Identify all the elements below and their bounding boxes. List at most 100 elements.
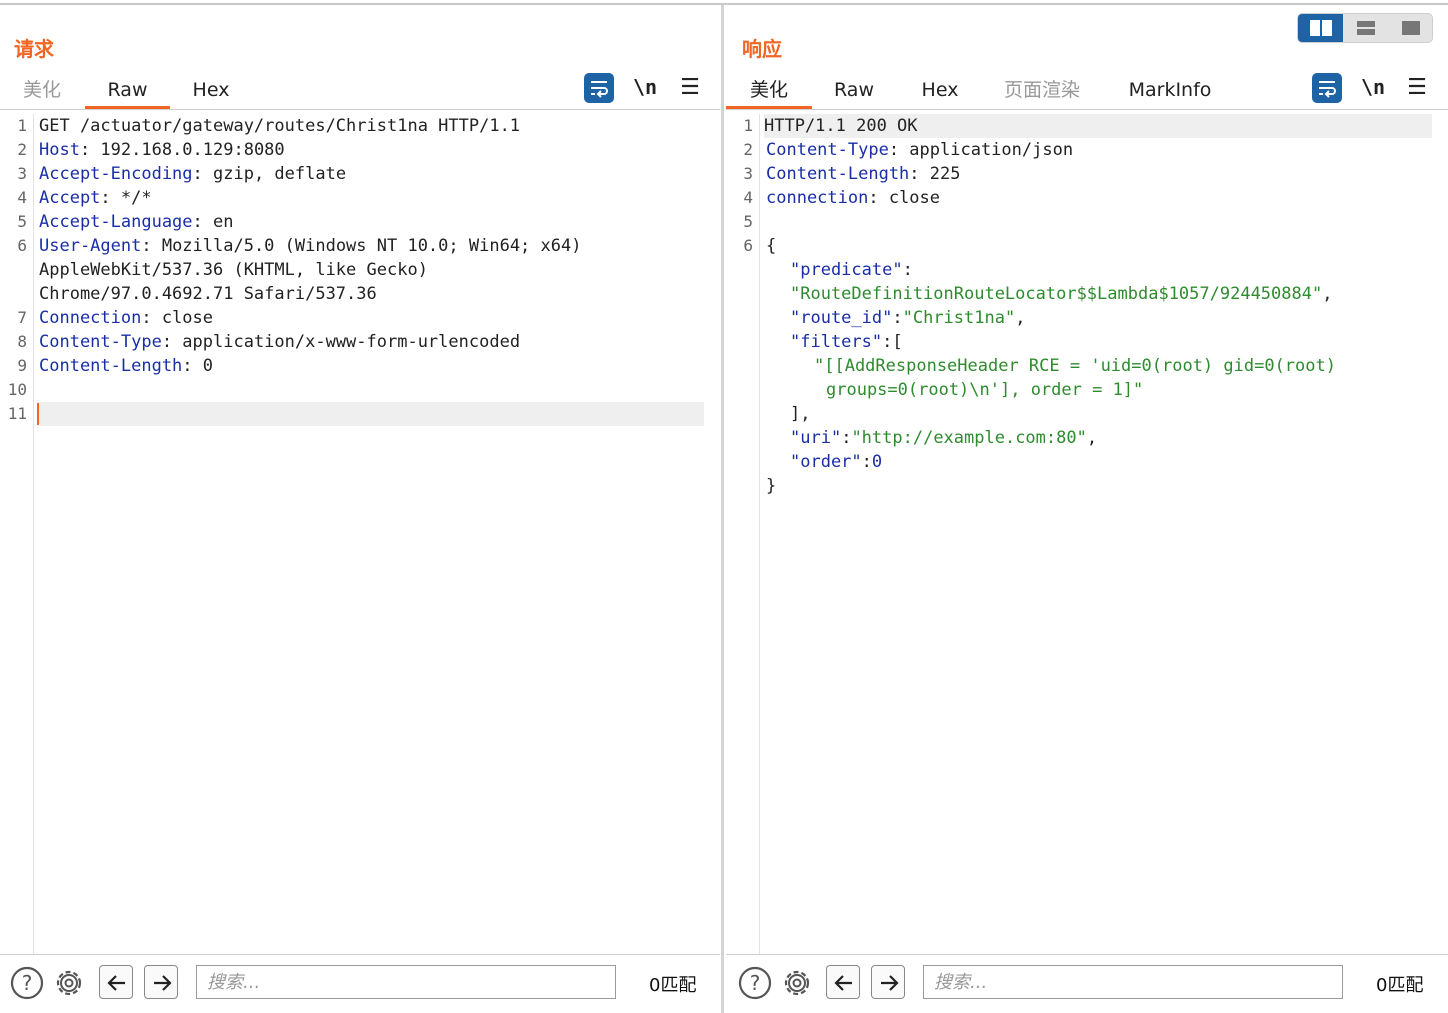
header-key: connection xyxy=(766,188,869,208)
menu-icon[interactable]: ☰ xyxy=(1402,73,1432,103)
line-number: 7 xyxy=(17,308,27,327)
json-punct: :[ xyxy=(882,332,903,352)
request-match-count: 0匹配 xyxy=(649,975,697,996)
json-string: "RouteDefinitionRouteLocator$$Lambda$105… xyxy=(790,284,1323,304)
json-colon: : xyxy=(892,308,903,328)
arrow-left-icon xyxy=(107,975,125,991)
json-predicate-key-line: "predicate": xyxy=(790,258,1438,282)
response-line-gutter: 1 2 3 4 5 6 xyxy=(726,114,760,955)
header-line: Content-Type: application/x-www-form-url… xyxy=(39,330,710,354)
line-number: 5 xyxy=(17,212,27,231)
response-tabs-divider xyxy=(726,109,1448,110)
json-filters-close: ], xyxy=(790,404,811,424)
arrow-right-icon xyxy=(154,975,172,991)
line-number: 2 xyxy=(17,140,27,159)
json-filters-line: "filters":[ xyxy=(790,330,1438,354)
tab-markinfo[interactable]: MarkInfo xyxy=(1124,75,1216,109)
request-line: GET /actuator/gateway/routes/Christ1na H… xyxy=(39,114,710,138)
header-key: Accept-Encoding xyxy=(39,164,193,184)
request-tabs-divider xyxy=(0,109,720,110)
header-line: User-Agent: Mozilla/5.0 (Windows NT 10.0… xyxy=(39,234,710,258)
response-match-count: 0匹配 xyxy=(1376,975,1424,996)
tab-hex[interactable]: Hex xyxy=(918,75,962,109)
next-match-button[interactable] xyxy=(871,965,905,999)
json-key: "uri" xyxy=(790,428,842,448)
header-key: Content-Length xyxy=(39,356,183,376)
previous-match-button[interactable] xyxy=(826,965,860,999)
request-line-gutter: 1 2 3 4 5 6 7 8 9 10 11 xyxy=(0,114,34,955)
header-value: : gzip, deflate xyxy=(192,164,347,184)
json-order-line: "order":0 xyxy=(790,450,1438,474)
header-line: Accept-Encoding: gzip, deflate xyxy=(39,162,710,186)
help-icon[interactable]: ? xyxy=(10,966,44,1000)
line-number: 2 xyxy=(743,140,753,159)
header-line: Accept-Language: en xyxy=(39,210,710,234)
header-line: Accept: */* xyxy=(39,186,710,210)
next-match-button[interactable] xyxy=(144,965,178,999)
header-value: : */* xyxy=(100,188,152,208)
line-number: 1 xyxy=(743,116,753,135)
header-value: : close xyxy=(141,308,214,328)
json-colon: : xyxy=(861,452,872,472)
header-key: Accept xyxy=(39,188,101,208)
word-wrap-button[interactable] xyxy=(584,73,614,103)
line-number: 3 xyxy=(17,164,27,183)
response-editor[interactable]: 1 2 3 4 5 6 HTTP/1.1 200 OK Content-Type… xyxy=(726,114,1448,955)
header-key: Content-Type xyxy=(39,332,162,352)
tab-raw[interactable]: Raw xyxy=(85,75,170,109)
header-line: Connection: close xyxy=(39,306,710,330)
json-string: "Christ1na" xyxy=(902,308,1016,328)
request-panel: 请求 美化 Raw Hex \n ☰ 1 2 3 4 5 6 7 8 9 10 … xyxy=(0,5,720,1013)
json-key: "filters" xyxy=(790,332,883,352)
wrap-icon xyxy=(591,81,608,98)
tab-pretty[interactable]: 美化 xyxy=(726,75,812,109)
word-wrap-button[interactable] xyxy=(1312,73,1342,103)
json-filter-value-line: "[[AddResponseHeader RCE = 'uid=0(root) … xyxy=(814,354,1438,378)
header-key: Accept-Language xyxy=(39,212,193,232)
response-search-bar: ? 0匹配 xyxy=(726,954,1448,1013)
json-predicate-value-line: "RouteDefinitionRouteLocator$$Lambda$105… xyxy=(790,282,1438,306)
line-number: 3 xyxy=(743,164,753,183)
json-string: "http://example.com:80" xyxy=(851,428,1087,448)
line-number: 5 xyxy=(743,212,753,231)
request-search-input[interactable] xyxy=(196,965,616,999)
settings-gear-icon[interactable] xyxy=(780,966,814,1000)
show-newlines-button[interactable]: \n xyxy=(1358,73,1388,103)
menu-icon[interactable]: ☰ xyxy=(675,73,705,103)
current-line[interactable] xyxy=(37,402,704,426)
show-newlines-button[interactable]: \n xyxy=(630,73,660,103)
json-string: groups=0(root)\n'], order = 1]" xyxy=(826,380,1144,400)
request-editor[interactable]: 1 2 3 4 5 6 7 8 9 10 11 GET /actuator/ga… xyxy=(0,114,720,955)
header-key: Connection xyxy=(39,308,142,328)
line-number: 10 xyxy=(7,380,27,399)
header-key: Content-Length xyxy=(766,164,910,184)
arrow-right-icon xyxy=(881,975,899,991)
status-line-text: HTTP/1.1 200 OK xyxy=(764,116,918,136)
header-value: : 225 xyxy=(909,164,961,184)
json-open-brace: { xyxy=(766,236,777,256)
response-panel: 响应 美化 Raw Hex 页面渲染 MarkInfo \n ☰ 1 2 3 4… xyxy=(726,5,1448,1013)
panel-splitter[interactable] xyxy=(721,5,724,1013)
header-value: : 192.168.0.129:8080 xyxy=(79,140,285,160)
header-key: User-Agent xyxy=(39,236,142,256)
settings-gear-icon[interactable] xyxy=(52,966,86,1000)
json-route-id-line: "route_id":"Christ1na", xyxy=(790,306,1438,330)
response-search-input[interactable] xyxy=(923,965,1343,999)
response-title: 响应 xyxy=(742,37,782,61)
svg-text:?: ? xyxy=(750,971,761,995)
arrow-left-icon xyxy=(834,975,852,991)
line-number: 1 xyxy=(17,116,27,135)
header-line: Host: 192.168.0.129:8080 xyxy=(39,138,710,162)
tab-hex[interactable]: Hex xyxy=(188,75,234,109)
header-continuation: Chrome/97.0.4692.71 Safari/537.36 xyxy=(39,282,710,306)
json-close-brace: } xyxy=(766,476,777,496)
json-key: "route_id" xyxy=(790,308,893,328)
json-filter-value-continuation: groups=0(root)\n'], order = 1]" xyxy=(826,378,1438,402)
help-icon[interactable]: ? xyxy=(738,966,772,1000)
previous-match-button[interactable] xyxy=(99,965,133,999)
tab-render[interactable]: 页面渲染 xyxy=(1000,75,1084,109)
json-colon: : xyxy=(841,428,852,448)
tab-raw[interactable]: Raw xyxy=(832,75,876,109)
tab-pretty[interactable]: 美化 xyxy=(18,75,66,109)
json-comma: , xyxy=(1086,428,1098,448)
